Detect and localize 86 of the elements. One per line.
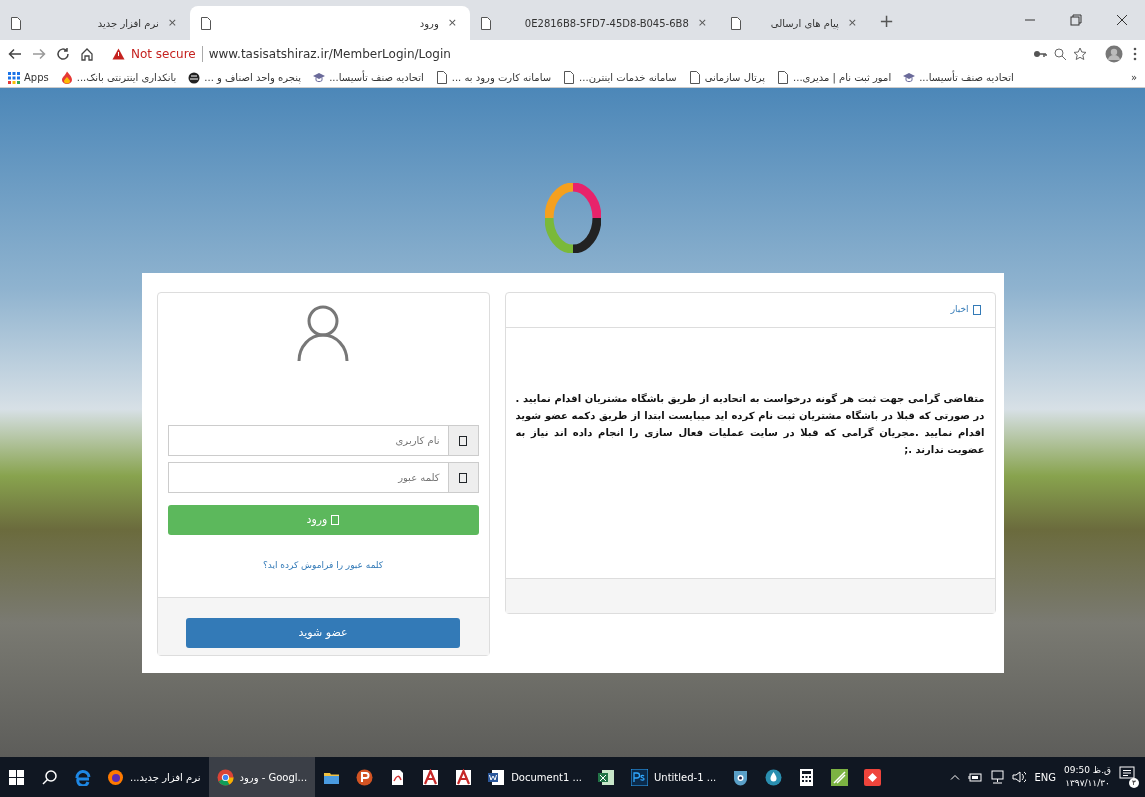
- bookmark-link[interactable]: پنجره واحد اصناف و ...: [188, 70, 302, 85]
- back-icon[interactable]: [8, 47, 22, 61]
- username-field[interactable]: نام کاربری: [167, 425, 449, 456]
- bookmark-link[interactable]: سامانه کارت ورود به ...: [435, 70, 552, 85]
- bookmark-link[interactable]: امور ثبت نام | مدیری...: [777, 70, 892, 85]
- browser-tab[interactable]: پیام های ارسالی ×: [720, 6, 870, 40]
- close-tab-button[interactable]: ×: [844, 14, 860, 32]
- clock[interactable]: 09:50 ق.ظ ۱۳۹۷/۱۱/۳۰: [1064, 764, 1111, 790]
- page-icon: [563, 71, 576, 84]
- battery-icon[interactable]: [968, 771, 983, 783]
- security-label: Not secure: [131, 46, 196, 63]
- p-circle-icon: [356, 768, 374, 786]
- globe-icon: [188, 71, 201, 84]
- news-heading: اخبار: [950, 303, 969, 317]
- menu-icon[interactable]: [1133, 47, 1137, 61]
- close-tab-button[interactable]: ×: [444, 14, 460, 32]
- user-avatar-icon: [297, 303, 349, 363]
- e-letter-icon: [74, 768, 91, 786]
- calculator-icon: [798, 768, 816, 786]
- network-icon[interactable]: [990, 770, 1005, 784]
- w-document-icon: [488, 768, 506, 786]
- page-icon: [777, 71, 790, 84]
- browser-tab[interactable]: نرم افزار جدید ×: [0, 6, 190, 40]
- chrome-circle-icon: [216, 768, 234, 786]
- chevron-up-icon[interactable]: [950, 774, 961, 780]
- eye-shield-icon: [732, 768, 750, 786]
- square-icon: [972, 305, 981, 315]
- page-icon: [688, 71, 701, 84]
- windows-logo-icon: [8, 768, 25, 786]
- forgot-password-link[interactable]: کلمه عبور را فراموش کرده اید؟: [262, 560, 384, 570]
- search-icon: [41, 768, 58, 786]
- apps-grid-icon: [8, 71, 20, 84]
- news-text: متقاضی گرامی جهت ثبت هر گونه درخواست به اتحادیه از طریق باشگاه مشتریان اقدام نمایید . در صورتی که قبلا در باشگاه مشتریان ثبت نام کرده اید میبایست ابتدا از طریق دکمه عضو شوید اقدام نمایید .مجریان گرامی که قبلا در سایت عملیات فعال سازی را انجام داده اند نیاز به عضویت ندارند .;: [514, 392, 986, 458]
- page-icon: [730, 16, 742, 30]
- taskbar-app-button[interactable]: ...نرم افزار جدید: [99, 757, 209, 797]
- page-icon: [10, 16, 22, 30]
- input-addon: [448, 462, 479, 493]
- page-icon: [435, 71, 448, 84]
- bookmark-link[interactable]: سامانه خدمات اینترن...: [563, 70, 677, 85]
- input-addon: [448, 425, 479, 456]
- forward-icon[interactable]: [32, 47, 46, 61]
- new-tab-button[interactable]: +: [876, 6, 898, 34]
- tab-title: پیام های ارسالی: [769, 16, 839, 31]
- square-icon: [331, 515, 340, 525]
- password-field[interactable]: کلمه عبور: [167, 462, 449, 493]
- flame-icon: [60, 71, 73, 84]
- bookmark-link[interactable]: Apps: [8, 70, 49, 85]
- diagonal-stripes-icon: [831, 768, 849, 786]
- x-document-icon: [598, 768, 615, 786]
- bookmark-link[interactable]: بانکداری اینترنتی بانک...: [60, 70, 177, 85]
- language-indicator[interactable]: ENG: [1034, 769, 1056, 785]
- url-text[interactable]: www.tasisatshiraz.ir/MemberLogin/Login: [208, 45, 451, 63]
- ring-logo: [544, 183, 601, 253]
- warning-icon: [112, 48, 125, 60]
- bookmark-link[interactable]: پرتال سازمانی: [688, 70, 766, 85]
- register-button[interactable]: عضو شوید: [186, 618, 460, 648]
- message-icon: [1119, 766, 1135, 782]
- close-tab-button[interactable]: ×: [694, 14, 710, 32]
- home-icon[interactable]: [80, 47, 94, 61]
- page-icon: [480, 16, 492, 30]
- taskbar-app-button[interactable]: Untitled-1 ...: [623, 757, 725, 797]
- drop-circle-icon: [765, 768, 783, 786]
- browser-tab[interactable]: 0E2816B8-5FD7-45D8-B045-6B8 ×: [470, 6, 720, 40]
- more-bookmarks-button[interactable]: »: [1130, 70, 1137, 85]
- volume-icon[interactable]: [1012, 770, 1027, 784]
- bookmark-link[interactable]: اتحادیه صنف تأسیسا...: [903, 70, 1014, 85]
- graduation-cap-icon: [313, 71, 326, 84]
- a-letter-icon: [422, 768, 440, 786]
- star-icon[interactable]: [1073, 47, 1087, 61]
- reload-icon[interactable]: [56, 47, 70, 61]
- tab-title: ورود: [418, 16, 439, 31]
- browser-tab[interactable]: ورود ×: [190, 6, 470, 40]
- taskbar-app-button[interactable]: Document1 ...: [480, 757, 590, 797]
- zoom-icon[interactable]: [1053, 47, 1067, 61]
- fox-globe-icon: [107, 768, 124, 786]
- tab-title: 0E2816B8-5FD7-45D8-B045-6B8: [523, 16, 689, 31]
- bookmark-link[interactable]: اتحادیه صنف تأسیسا...: [313, 70, 424, 85]
- tab-title: نرم افزار جدید: [96, 16, 159, 31]
- profile-avatar-icon[interactable]: [1105, 45, 1123, 63]
- a-letter-icon: [455, 768, 473, 786]
- diamond-tile-icon: [864, 768, 882, 786]
- taskbar-app-button[interactable]: ورود - Googl...: [208, 757, 316, 797]
- ps-square-icon: [631, 768, 648, 786]
- page-icon: [200, 16, 212, 30]
- graduation-cap-icon: [903, 71, 916, 84]
- close-tab-button[interactable]: ×: [164, 14, 180, 32]
